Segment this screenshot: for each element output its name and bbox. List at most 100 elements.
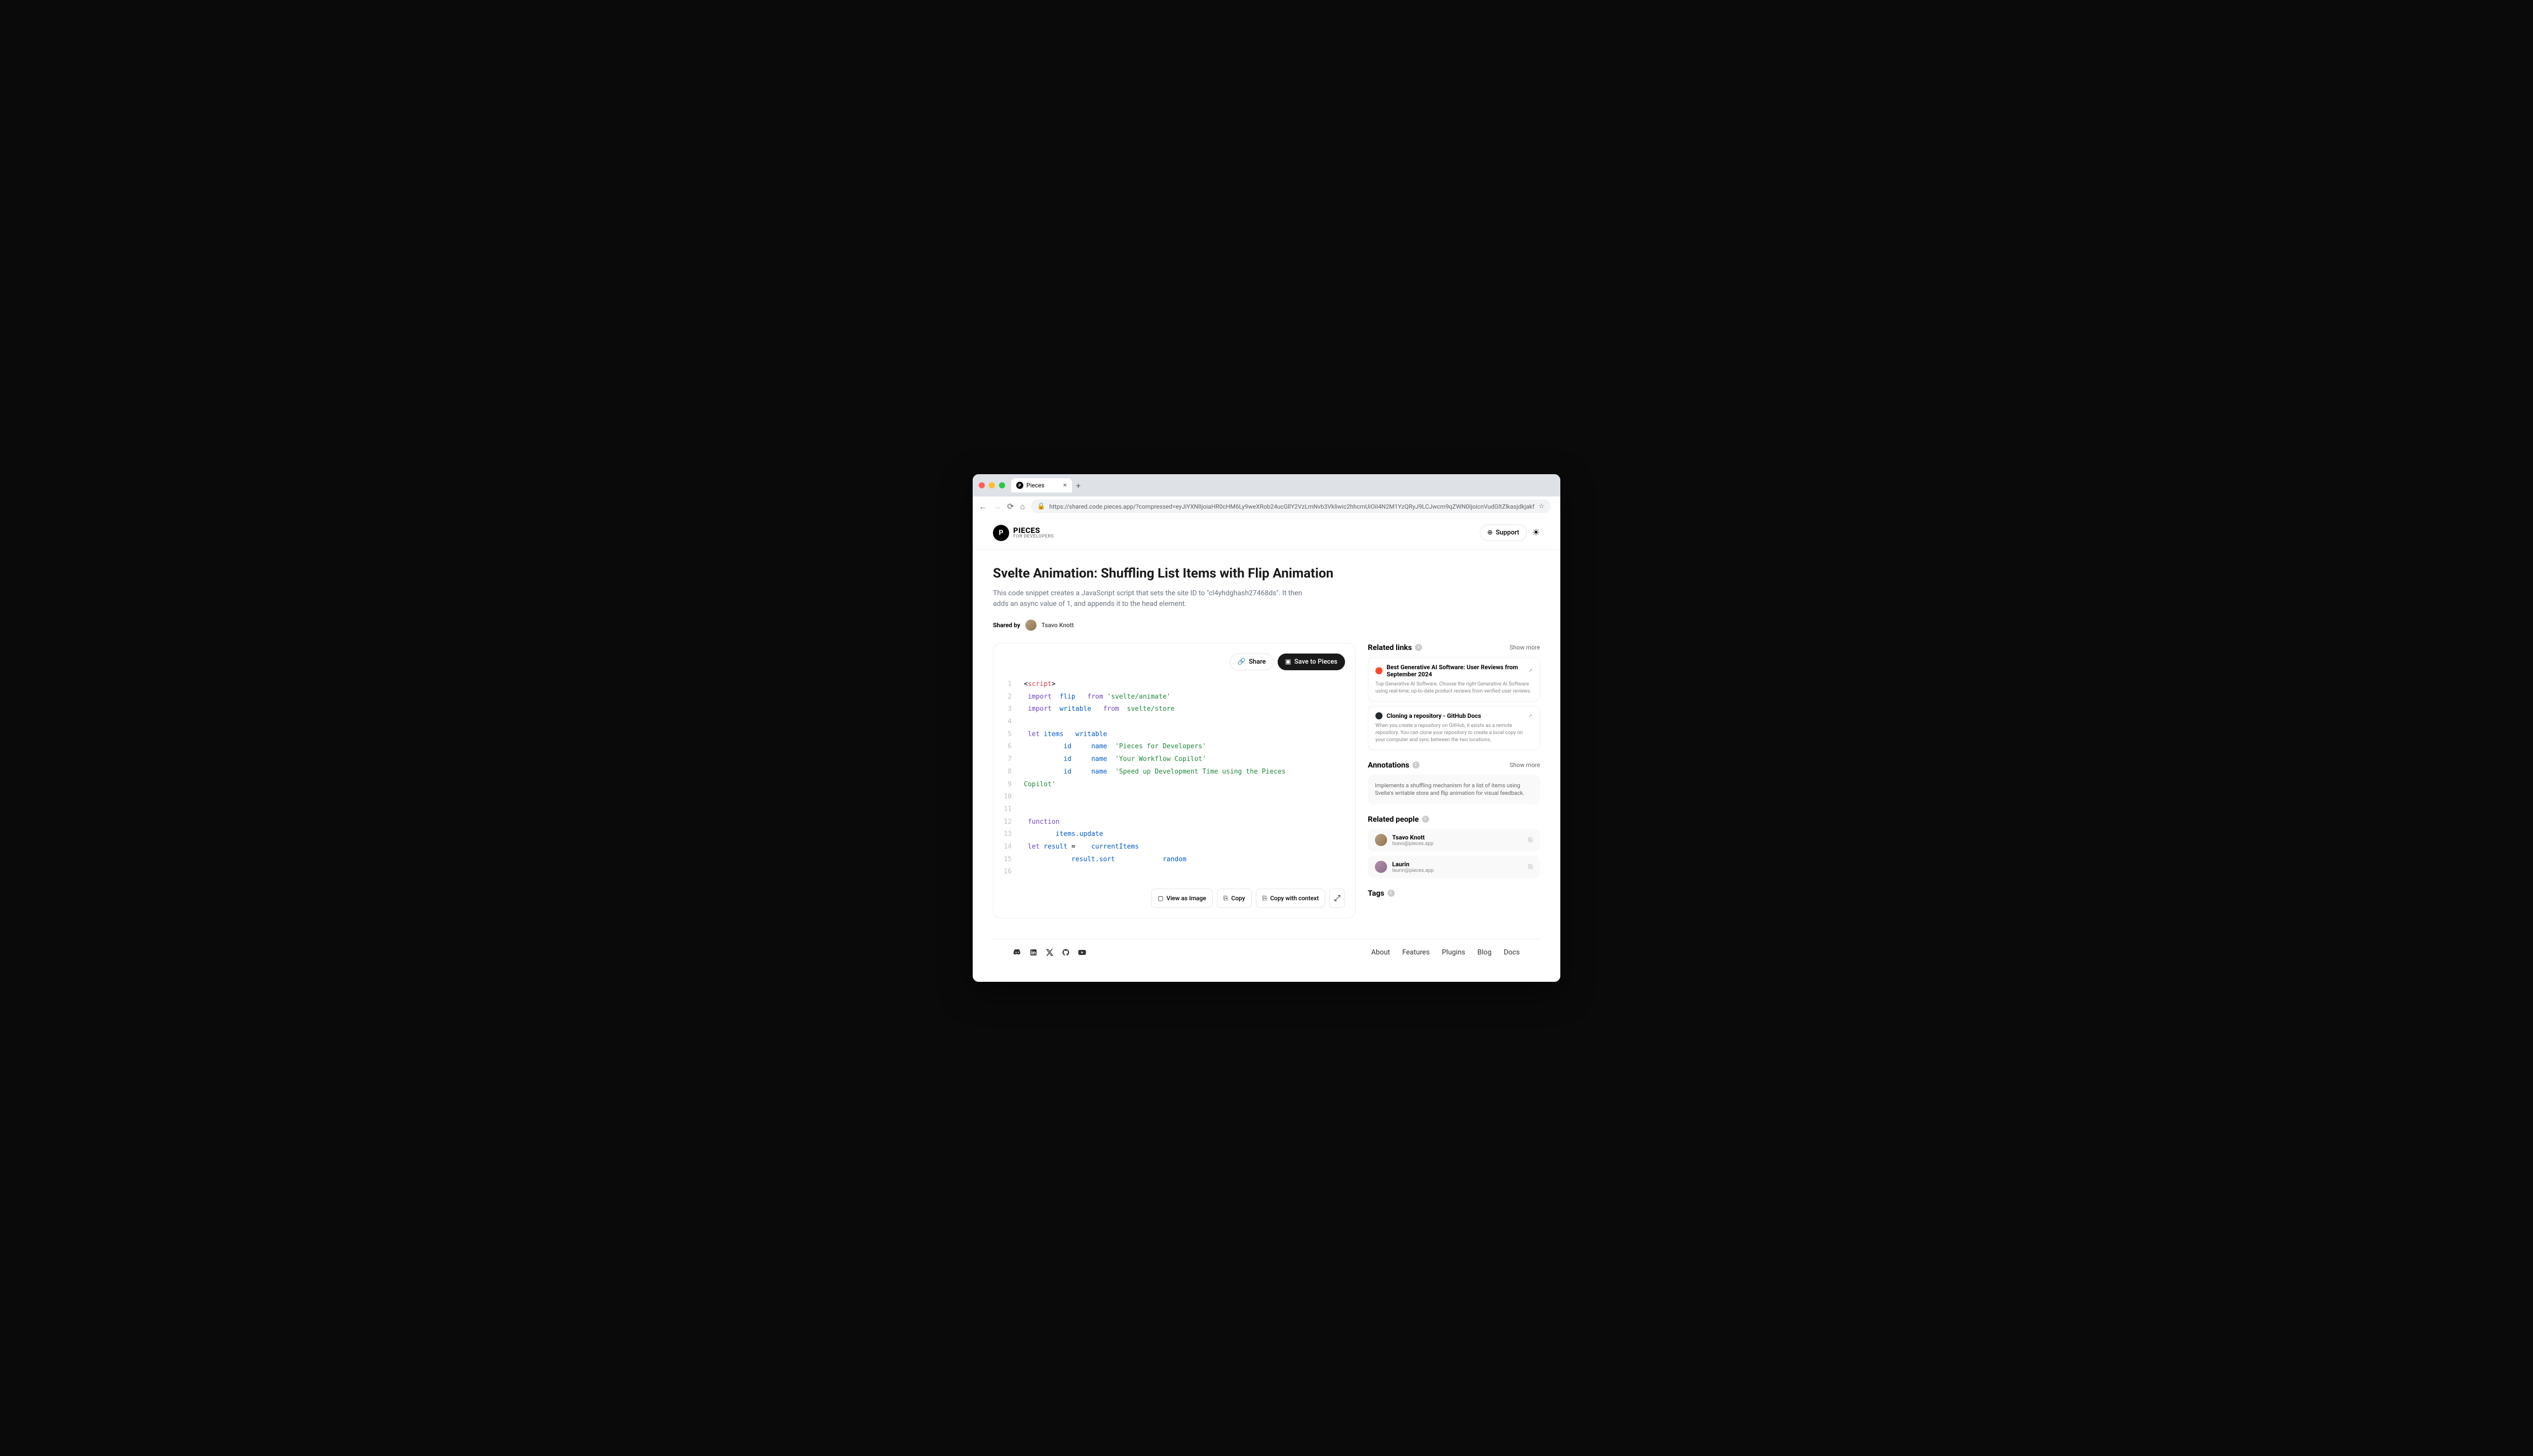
line-number: 13 (1004, 828, 1024, 841)
maximize-window-button[interactable] (999, 482, 1005, 488)
browser-tab[interactable]: P Pieces × (1011, 478, 1072, 492)
line-content: <script> (1024, 678, 1056, 691)
nav-home-button[interactable]: ⌂ (1020, 502, 1025, 512)
copy-email-button[interactable]: ⎘ (1528, 836, 1533, 844)
related-people-title: Related people (1368, 815, 1419, 824)
new-tab-button[interactable]: + (1076, 481, 1081, 490)
tags-section: Tags i (1368, 889, 1540, 898)
footer-link-about[interactable]: About (1371, 948, 1390, 956)
footer: About Features Plugins Blog Docs (993, 939, 1540, 966)
footer-link-features[interactable]: Features (1402, 948, 1430, 956)
logo-text: PIECES FOR DEVELOPERS (1013, 527, 1054, 539)
tab-close-icon[interactable]: × (1063, 481, 1067, 489)
code-line: 1<script> (1004, 678, 1345, 691)
show-more-button[interactable]: Show more (1510, 761, 1540, 769)
linkedin-icon[interactable] (1029, 948, 1038, 956)
close-window-button[interactable] (979, 482, 985, 488)
info-icon[interactable]: i (1422, 816, 1429, 823)
section-title: Related links i (1368, 643, 1422, 652)
main: Svelte Animation: Shuffling List Items w… (973, 550, 1560, 982)
section-title: Annotations i (1368, 760, 1419, 770)
person-card: Tsavo Knott tsavo@pieces.app ⎘ (1368, 829, 1540, 852)
person-avatar (1375, 834, 1387, 846)
code-line: 4 (1004, 716, 1345, 729)
info-icon[interactable]: i (1388, 890, 1395, 897)
theme-toggle-button[interactable]: ☀ (1532, 527, 1540, 538)
line-content: id name 'Your Workflow Copilot' (1024, 753, 1206, 766)
line-number: 3 (1004, 703, 1024, 716)
nav-forward-button[interactable]: → (993, 502, 1001, 512)
annotations-title: Annotations (1368, 760, 1409, 770)
support-label: Support (1496, 529, 1519, 537)
line-content: let items writable (1024, 729, 1107, 741)
footer-link-blog[interactable]: Blog (1477, 948, 1491, 956)
nav-back-button[interactable]: ← (979, 502, 987, 512)
line-content: let result = currentItems (1024, 841, 1139, 854)
line-number: 1 (1004, 678, 1024, 691)
nav-reload-button[interactable]: ⟳ (1007, 502, 1014, 511)
help-icon: ⊕ (1487, 529, 1493, 537)
expand-button[interactable]: ⤢ (1329, 889, 1345, 908)
footer-link-plugins[interactable]: Plugins (1442, 948, 1465, 956)
save-to-pieces-button[interactable]: ▣ Save to Pieces (1278, 654, 1345, 670)
line-number: 2 (1004, 691, 1024, 704)
share-button[interactable]: 🔗 Share (1230, 654, 1274, 670)
titlebar: P Pieces × + (973, 474, 1560, 496)
line-content: import writable from svelte/store (1024, 703, 1174, 716)
url-input[interactable]: 🔒 https://shared.code.pieces.app/?compre… (1031, 500, 1551, 513)
code-line: 12 function (1004, 816, 1345, 829)
line-content: function (1024, 816, 1059, 829)
link-card[interactable]: Best Generative AI Software: User Review… (1368, 657, 1540, 702)
code-block[interactable]: 1<script>2 import flip from 'svelte/anim… (1004, 678, 1345, 878)
save-label: Save to Pieces (1294, 658, 1337, 666)
logo[interactable]: P PIECES FOR DEVELOPERS (993, 525, 1054, 541)
support-button[interactable]: ⊕ Support (1480, 524, 1527, 541)
line-content: items.update (1024, 828, 1103, 841)
line-number: 15 (1004, 854, 1024, 866)
tags-title: Tags (1368, 889, 1385, 898)
page-description: This code snippet creates a JavaScript s… (993, 588, 1317, 609)
browser-chrome: P Pieces × + ← → ⟳ ⌂ 🔒 https://shared.co… (973, 474, 1560, 516)
section-header: Tags i (1368, 889, 1540, 898)
related-people-section: Related people i Tsavo Knott tsavo@piece… (1368, 815, 1540, 878)
code-line: 10 (1004, 791, 1345, 803)
logo-title: PIECES (1013, 527, 1054, 534)
lock-icon: 🔒 (1037, 503, 1045, 510)
github-icon[interactable] (1062, 948, 1070, 956)
section-header: Annotations i Show more (1368, 760, 1540, 770)
copy-button[interactable]: ⎘ Copy (1217, 889, 1252, 908)
discord-icon[interactable] (1013, 948, 1021, 956)
info-icon[interactable]: i (1412, 761, 1419, 769)
code-line: 6 id name 'Pieces for Developers' (1004, 741, 1345, 753)
view-as-image-button[interactable]: ▢ View as Image (1151, 889, 1213, 908)
code-line: 11 (1004, 803, 1345, 816)
view-image-label: View as Image (1166, 895, 1206, 902)
show-more-button[interactable]: Show more (1510, 644, 1540, 651)
line-number: 8 (1004, 766, 1024, 779)
copy-email-button[interactable]: ⎘ (1528, 863, 1533, 871)
copy-with-context-button[interactable]: ⎘ Copy with context (1256, 889, 1326, 908)
header-right: ⊕ Support ☀ (1480, 524, 1540, 541)
code-line: 2 import flip from 'svelte/animate' (1004, 691, 1345, 704)
line-content: id name 'Speed up Development Time using… (1024, 766, 1289, 779)
external-link-icon: ↗ (1528, 668, 1532, 674)
code-actions-bottom: ▢ View as Image ⎘ Copy ⎘ Copy with conte… (1004, 889, 1345, 908)
code-line: 7 id name 'Your Workflow Copilot' (1004, 753, 1345, 766)
traffic-lights (979, 482, 1005, 488)
bookmark-star-icon[interactable]: ☆ (1539, 503, 1545, 510)
person-name: Laurin (1392, 861, 1523, 868)
minimize-window-button[interactable] (989, 482, 995, 488)
content-grid: 🔗 Share ▣ Save to Pieces 1<script>2 impo… (993, 643, 1540, 918)
copy-context-label: Copy with context (1270, 895, 1319, 902)
footer-link-docs[interactable]: Docs (1504, 948, 1520, 956)
social-links (1013, 948, 1086, 956)
copy-label: Copy (1231, 895, 1245, 902)
info-icon[interactable]: i (1415, 644, 1422, 651)
share-label: Share (1249, 658, 1266, 666)
browser-menu-button[interactable]: ⋮ (1557, 502, 1560, 511)
external-link-icon: ↗ (1528, 713, 1532, 719)
code-line: 15 result.sort random (1004, 854, 1345, 866)
link-card[interactable]: Cloning a repository - GitHub Docs ↗ Whe… (1368, 706, 1540, 750)
x-twitter-icon[interactable] (1046, 948, 1054, 956)
youtube-icon[interactable] (1078, 948, 1086, 956)
